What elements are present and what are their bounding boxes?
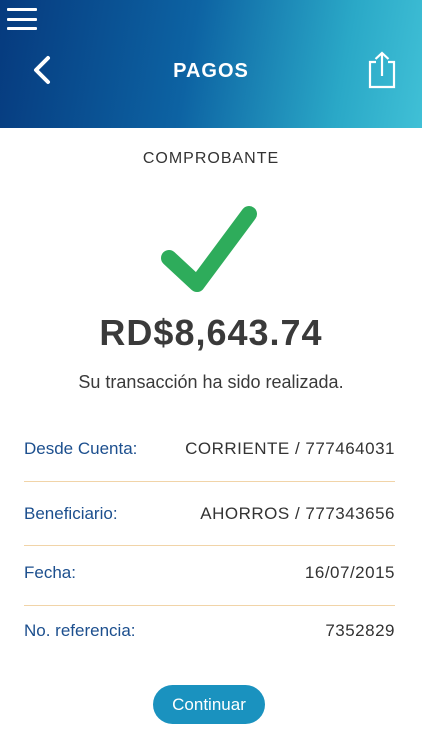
detail-value: CORRIENTE / 777464031 (185, 439, 395, 458)
continue-button[interactable]: Continuar (153, 685, 265, 724)
detail-row-reference: No. referencia: 7352829 (24, 621, 395, 641)
receipt-title: COMPROBANTE (142, 150, 280, 167)
header-bar: PAGOS (0, 0, 422, 128)
detail-row-source-account: Desde Cuenta: CORRIENTE / 777464031 (24, 439, 395, 459)
detail-label: Beneficiario: (24, 504, 118, 523)
detail-value: AHORROS / 777343656 (200, 504, 395, 523)
hamburger-menu-icon[interactable] (7, 8, 37, 30)
checkmark-icon (161, 206, 257, 292)
detail-label: No. referencia: (24, 621, 136, 640)
page-title: PAGOS (173, 60, 249, 82)
share-icon[interactable] (366, 50, 398, 90)
success-message: Su transacción ha sido realizada. (78, 372, 344, 392)
divider (24, 545, 395, 546)
divider (24, 605, 395, 606)
detail-row-date: Fecha: 16/07/2015 (24, 563, 395, 583)
divider (24, 481, 395, 482)
detail-row-beneficiary: Beneficiario: AHORROS / 777343656 (24, 504, 395, 524)
detail-label: Fecha: (24, 563, 76, 582)
amount: RD$8,643.74 (99, 312, 323, 353)
detail-value: 7352829 (325, 621, 395, 640)
detail-label: Desde Cuenta: (24, 439, 138, 458)
detail-value: 16/07/2015 (304, 563, 395, 582)
